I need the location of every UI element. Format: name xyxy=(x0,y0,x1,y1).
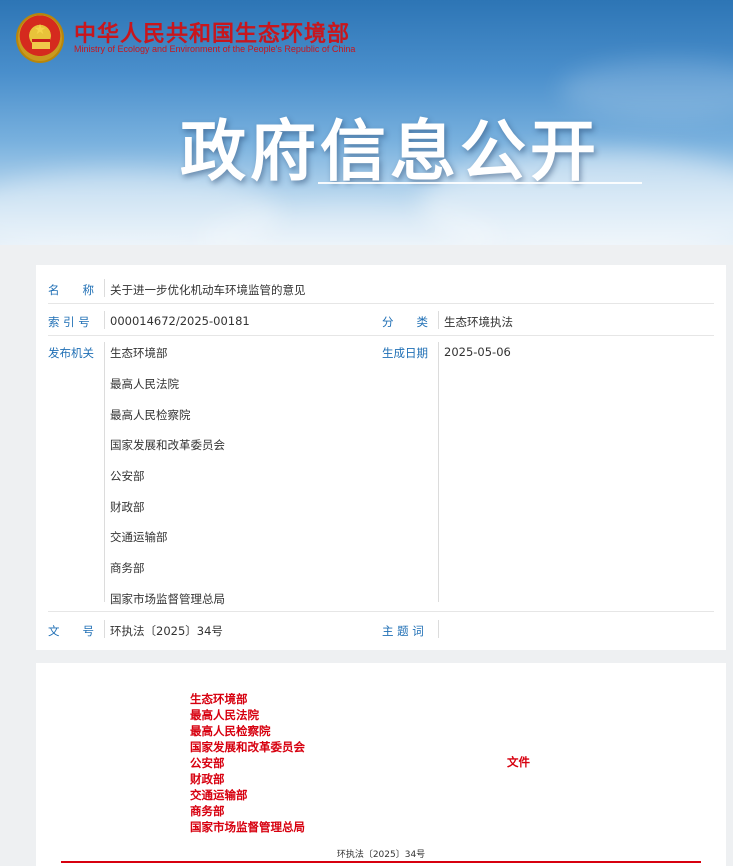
star-icon: ★ xyxy=(33,22,47,38)
issuer-list: 生态环境部 最高人民法院 最高人民检察院 国家发展和改革委员会 公安部 财政部 … xyxy=(190,691,305,835)
publisher-item: 最高人民检察院 xyxy=(110,408,191,422)
issuer-name: 最高人民检察院 xyxy=(190,724,271,738)
date-value: 2025-05-06 xyxy=(444,345,511,359)
docno-value: 环执法〔2025〕34号 xyxy=(110,624,223,638)
divider xyxy=(104,620,105,638)
publisher-label: 发布机关 xyxy=(48,346,94,360)
row-divider xyxy=(48,335,714,336)
publisher-item: 国家市场监督管理总局 xyxy=(110,592,225,606)
publisher-item: 生态环境部 xyxy=(110,346,168,360)
publisher-item: 商务部 xyxy=(110,561,145,575)
issuer-name: 国家发展和改革委员会 xyxy=(190,740,305,754)
headline-underline xyxy=(318,182,642,184)
issuer-name: 最高人民法院 xyxy=(190,708,259,722)
index-label: 索 引 号 xyxy=(48,315,90,329)
category-label: 分 类 xyxy=(382,315,428,329)
publisher-item: 财政部 xyxy=(110,500,145,514)
index-value: 000014672/2025-00181 xyxy=(110,314,250,328)
gate-icon xyxy=(32,39,50,49)
red-header-line xyxy=(61,861,701,863)
issuer-name: 财政部 xyxy=(190,772,225,786)
publisher-item: 国家发展和改革委员会 xyxy=(110,438,225,452)
ministry-name-en: Ministry of Ecology and Environment of t… xyxy=(74,44,356,54)
issuer-name: 商务部 xyxy=(190,804,225,818)
divider xyxy=(104,311,105,329)
divider xyxy=(438,342,439,602)
category-value: 生态环境执法 xyxy=(444,315,513,329)
divider xyxy=(438,620,439,638)
docno-label: 文 号 xyxy=(48,624,94,638)
document-type-label: 文件 xyxy=(507,755,530,769)
issuer-name: 国家市场监督管理总局 xyxy=(190,820,305,834)
keywords-label: 主 题 词 xyxy=(382,624,424,638)
metadata-table: 名 称 关于进一步优化机动车环境监管的意见 索 引 号 000014672/20… xyxy=(36,265,726,650)
row-divider xyxy=(48,303,714,304)
name-label: 名 称 xyxy=(48,283,94,297)
divider xyxy=(438,311,439,329)
page-headline: 政府信息公开 xyxy=(180,113,600,190)
issuer-name: 生态环境部 xyxy=(190,692,248,706)
publisher-item: 最高人民法院 xyxy=(110,377,179,391)
document-body: 生态环境部 最高人民法院 最高人民检察院 国家发展和改革委员会 公安部 财政部 … xyxy=(36,663,726,866)
national-emblem-icon[interactable]: ★ xyxy=(16,13,64,63)
publisher-item: 公安部 xyxy=(110,469,145,483)
document-number: 环执法〔2025〕34号 xyxy=(336,850,426,860)
date-label: 生成日期 xyxy=(382,346,428,360)
issuer-name: 交通运输部 xyxy=(190,788,248,802)
divider xyxy=(104,279,105,297)
issuer-name: 公安部 xyxy=(190,756,225,770)
divider xyxy=(104,342,105,602)
row-divider xyxy=(48,611,714,612)
name-value: 关于进一步优化机动车环境监管的意见 xyxy=(110,283,306,297)
publisher-item: 交通运输部 xyxy=(110,530,168,544)
